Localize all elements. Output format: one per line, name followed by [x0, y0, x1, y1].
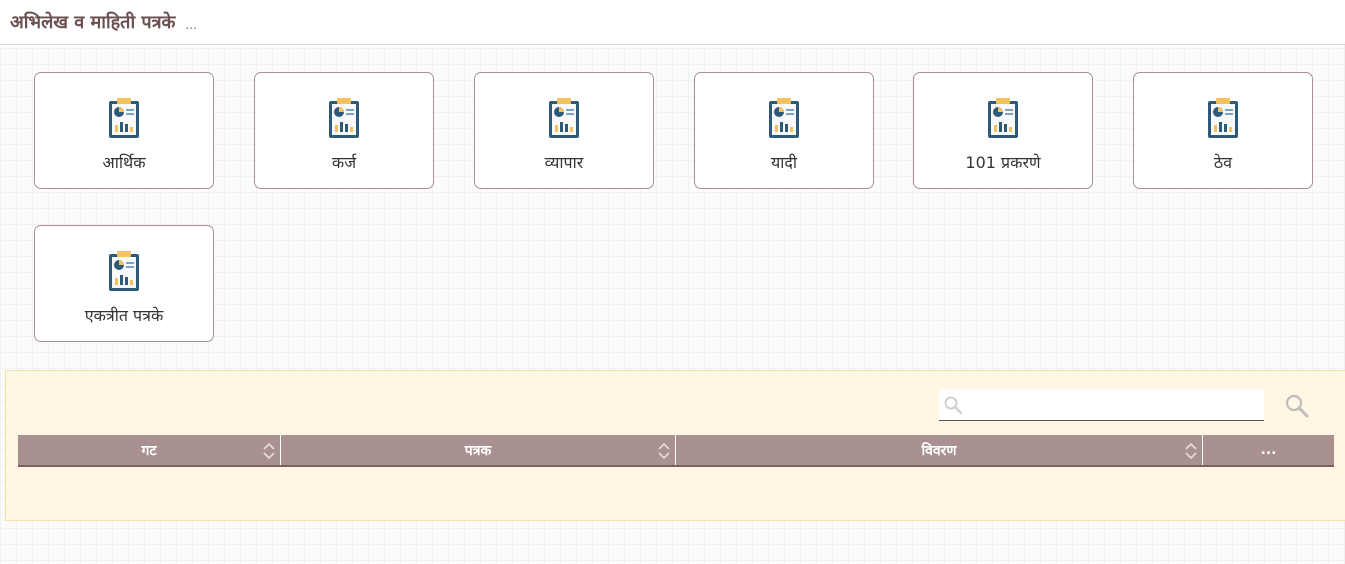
search-icon	[944, 396, 963, 415]
tile-ekatrit-patrake[interactable]: एकत्रीत पत्रके	[34, 225, 214, 342]
page-header: अभिलेख व माहिती पत्रके ...	[0, 0, 1345, 45]
sort-icon[interactable]	[262, 442, 276, 460]
tile-101-prakarane[interactable]: 101 प्रकरणे	[913, 72, 1093, 189]
tile-label: व्यापार	[544, 153, 584, 172]
tile-arthik[interactable]: आर्थिक	[34, 72, 214, 189]
report-clipboard-icon	[769, 98, 799, 138]
sort-icon[interactable]	[1184, 442, 1198, 460]
report-clipboard-icon	[549, 98, 579, 138]
column-label: गट	[141, 442, 157, 459]
tile-yadi[interactable]: यादी	[694, 72, 874, 189]
tile-vyapar[interactable]: व्यापार	[474, 72, 654, 189]
report-list-panel: गट पत्रक विवरण ...	[5, 370, 1345, 521]
report-clipboard-icon	[109, 251, 139, 291]
report-clipboard-icon	[988, 98, 1018, 138]
column-label: विवरण	[921, 442, 957, 459]
report-clipboard-icon	[1208, 98, 1238, 138]
column-label: पत्रक	[464, 442, 492, 459]
column-header-vivaran[interactable]: विवरण	[676, 435, 1203, 465]
search-box	[939, 389, 1264, 421]
report-clipboard-icon	[109, 98, 139, 138]
tile-label: कर्ज	[331, 153, 357, 172]
sort-icon[interactable]	[657, 442, 671, 460]
tile-label: ठेव	[1213, 153, 1233, 172]
column-header-actions[interactable]: ...	[1203, 435, 1334, 465]
tile-label: 101 प्रकरणे	[965, 153, 1041, 172]
tile-thev[interactable]: ठेव	[1133, 72, 1313, 189]
table-header: गट पत्रक विवरण ...	[18, 435, 1334, 467]
search-input[interactable]	[967, 391, 1257, 418]
column-label: ...	[1260, 442, 1277, 458]
tile-label: यादी	[770, 153, 798, 172]
tile-label: आर्थिक	[102, 153, 146, 172]
title-ellipsis[interactable]: ...	[185, 18, 196, 32]
column-header-gat[interactable]: गट	[18, 435, 281, 465]
page-title: अभिलेख व माहिती पत्रके	[10, 12, 176, 33]
tile-label: एकत्रीत पत्रके	[84, 306, 164, 325]
search-button-icon[interactable]	[1284, 393, 1310, 419]
tile-karj[interactable]: कर्ज	[254, 72, 434, 189]
report-clipboard-icon	[329, 98, 359, 138]
column-header-patrak[interactable]: पत्रक	[281, 435, 676, 465]
